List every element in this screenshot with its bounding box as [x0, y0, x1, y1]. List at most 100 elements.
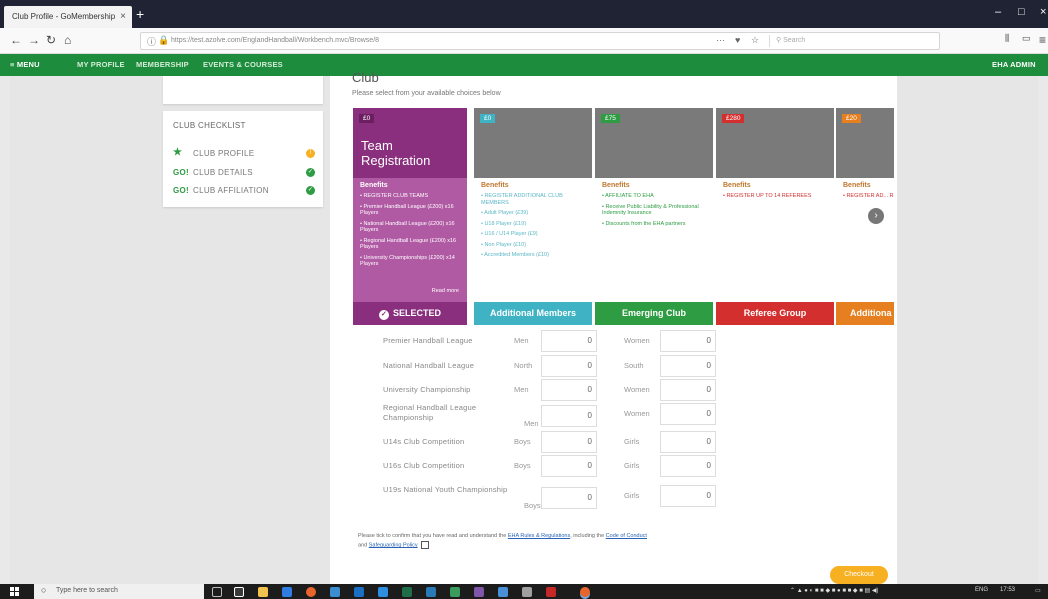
count-input[interactable]: 0 [541, 355, 597, 377]
nav-membership[interactable]: MEMBERSHIP [136, 60, 189, 69]
active-firefox-icon[interactable] [580, 587, 590, 597]
price-badge: £75 [601, 114, 620, 123]
browser-tab[interactable]: Club Profile - GoMembership × [4, 6, 132, 28]
card-header: £75 [595, 108, 713, 178]
menu-button[interactable]: ≡ MENU [10, 60, 40, 69]
nav-events-courses[interactable]: EVENTS & COURSES [203, 60, 283, 69]
sidebar-icon[interactable]: ▭ [1022, 33, 1031, 44]
count-input[interactable]: 0 [541, 330, 597, 352]
count-input[interactable]: 0 [541, 405, 597, 427]
referee-group-button[interactable]: Referee Group [716, 302, 834, 325]
home-icon[interactable]: ⌂ [64, 33, 71, 47]
menu-icon[interactable]: ≡ [1039, 33, 1046, 47]
benefit-item: • Adult Player (£39) [481, 210, 529, 216]
go-icon: GO! [173, 186, 190, 195]
checklist-item-club-affiliation[interactable]: GO! CLUB AFFILIATION ✓ [173, 186, 315, 198]
app-icon[interactable] [546, 587, 556, 597]
count-input[interactable]: 0 [541, 487, 597, 509]
team-registration-card[interactable]: £0 Team Registration Benefits • REGISTER… [353, 108, 467, 325]
language-indicator[interactable]: ENG [975, 587, 988, 593]
count-input[interactable]: 0 [660, 455, 716, 477]
count-input[interactable]: 0 [541, 431, 597, 453]
referee-group-card[interactable]: £280 Benefits • REGISTER UP TO 14 REFERE… [716, 108, 834, 325]
count-input[interactable]: 0 [660, 403, 716, 425]
pocket-icon[interactable]: ♥ [735, 35, 740, 45]
competition-label: Premier Handball League [383, 336, 473, 345]
file-explorer-icon[interactable] [258, 587, 268, 597]
app-icon[interactable] [498, 587, 508, 597]
benefit-item: • Non Player (£10) [481, 241, 527, 248]
user-menu[interactable]: EHA ADMIN [992, 60, 1036, 69]
warning-icon: ! [306, 149, 315, 158]
benefit-item: • REGISTER UP TO 14 REFEREES [723, 193, 812, 199]
notifications-icon[interactable]: ▭ [1035, 587, 1041, 594]
card-header: £280 [716, 108, 834, 178]
forward-icon[interactable]: → [28, 33, 40, 47]
checklist-item-club-profile[interactable]: ★ CLUB PROFILE ! [173, 147, 315, 161]
maximize-icon[interactable]: □ [1018, 6, 1025, 18]
emerging-club-button[interactable]: Emerging Club [595, 302, 713, 325]
go-icon: GO! [173, 168, 190, 177]
browser-search-input[interactable]: ⚲ Search [769, 35, 929, 47]
count-input[interactable]: 0 [660, 431, 716, 453]
benefits-heading: Benefits [360, 182, 388, 189]
clock[interactable]: 17:53 [1000, 587, 1015, 593]
count-input[interactable]: 0 [541, 455, 597, 477]
tray-icons[interactable]: ⌃ ▲ ● ◐ ■ ■ ◆ ■ ● ■ ■ ◆ ■ ▤ ◀) [790, 587, 878, 594]
additional-referees-button[interactable]: Additiona [836, 302, 894, 325]
address-bar[interactable]: ⓘ 🔒 https://test.azolve.com/EnglandHandb… [140, 32, 940, 50]
count-input[interactable]: 0 [660, 355, 716, 377]
app-icon[interactable] [450, 587, 460, 597]
emerging-club-card[interactable]: £75 Benefits • AFFILIATE TO EHA • Receiv… [595, 108, 713, 325]
terms-checkbox[interactable] [420, 541, 429, 549]
app-icon[interactable] [378, 587, 388, 597]
url-text[interactable]: https://test.azolve.com/EnglandHandball/… [171, 37, 379, 44]
additional-members-button[interactable]: Additional Members [474, 302, 592, 325]
more-icon[interactable]: ··· [716, 35, 725, 45]
carousel-next-icon[interactable]: › [868, 208, 884, 224]
task-view-icon[interactable] [212, 587, 222, 597]
browser-toolbar: ← → ↻ ⌂ ⓘ 🔒 https://test.azolve.com/Engl… [0, 28, 1048, 54]
page-title: Club [352, 70, 379, 85]
minimize-icon[interactable]: – [995, 6, 1001, 18]
competition-label: National Handball League [383, 361, 475, 370]
app-icon[interactable] [426, 587, 436, 597]
close-tab-icon[interactable]: × [120, 11, 126, 22]
count-input[interactable]: 0 [541, 379, 597, 401]
profile-card [163, 76, 323, 104]
read-more-link[interactable]: Read more [432, 288, 459, 294]
app-icon[interactable] [330, 587, 340, 597]
checklist-label: CLUB DETAILS [193, 168, 253, 177]
bookmark-icon[interactable]: ☆ [751, 35, 759, 46]
app-icon[interactable] [354, 587, 364, 597]
field-sub-label: Men [514, 385, 529, 394]
field-sub-label: Girls [624, 491, 640, 500]
card-title: Team Registration [361, 138, 431, 168]
library-icon[interactable]: ⫼ [1005, 33, 1009, 44]
taskbar-search-input[interactable]: ○ Type here to search [34, 584, 204, 599]
count-input[interactable]: 0 [660, 485, 716, 507]
checklist-item-club-details[interactable]: GO! CLUB DETAILS ✓ [173, 168, 315, 180]
additional-members-card[interactable]: £0 Benefits • REGISTER ADDITIONAL CLUB M… [474, 108, 592, 325]
app-icon[interactable] [522, 587, 532, 597]
app-icon[interactable] [474, 587, 484, 597]
app-icon[interactable] [234, 587, 244, 597]
safeguarding-policy-link[interactable]: Safeguarding Policy [369, 542, 418, 548]
rules-link[interactable]: EHA Rules & Regulations [508, 533, 570, 539]
firefox-icon[interactable] [306, 587, 316, 597]
close-window-icon[interactable]: × [1040, 6, 1046, 18]
windows-start-icon[interactable] [10, 587, 19, 596]
count-input[interactable]: 0 [660, 330, 716, 352]
app-icon[interactable] [402, 587, 412, 597]
new-tab-icon[interactable]: + [136, 6, 144, 22]
checkout-button[interactable]: Checkout [830, 566, 888, 584]
info-icon[interactable]: ⓘ [147, 35, 156, 48]
additional-referees-card[interactable]: £20 Benefits • REGISTER AD... REFEREES A… [836, 108, 894, 325]
app-icon[interactable] [282, 587, 292, 597]
reload-icon[interactable]: ↻ [46, 33, 56, 47]
selected-button[interactable]: ✓ SELECTED [353, 302, 467, 325]
count-input[interactable]: 0 [660, 379, 716, 401]
nav-my-profile[interactable]: MY PROFILE [77, 60, 125, 69]
code-of-conduct-link[interactable]: Code of Conduct [606, 533, 647, 539]
back-icon[interactable]: ← [10, 33, 22, 47]
